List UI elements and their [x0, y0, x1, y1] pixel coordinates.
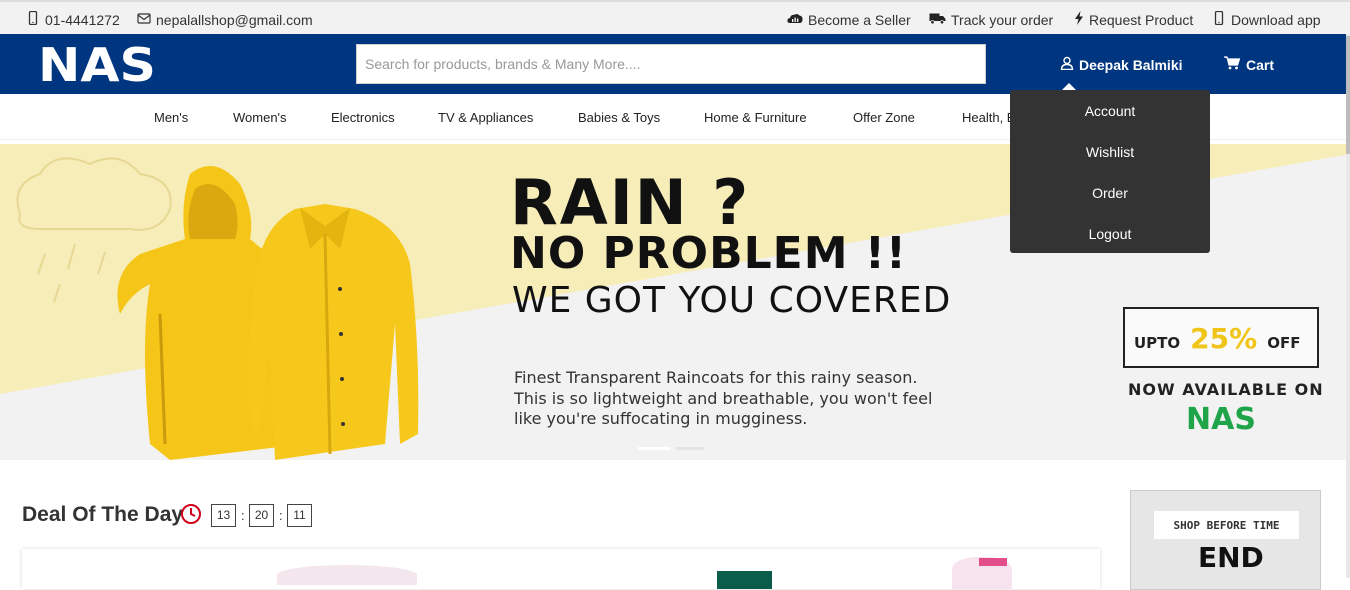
main-header: NAS Deepak Balmiki Cart [0, 34, 1350, 94]
nas-logo[interactable]: NAS [38, 38, 158, 92]
banner-description-3: like you're suffocating in mugginess. [514, 409, 808, 428]
timer-hours: 13 [211, 504, 236, 527]
nav-tv-appliances[interactable]: TV & Appliances [438, 110, 533, 125]
phone-contact: 01-4441272 [26, 10, 120, 28]
offer-percentage: 25% [1190, 322, 1258, 355]
cloud-chart-icon [787, 11, 803, 28]
become-seller-link[interactable]: Become a Seller [787, 11, 911, 28]
shopping-cart-icon [1224, 56, 1241, 73]
banner-brand-logo: NAS [1186, 402, 1256, 437]
menu-item-account[interactable]: Account [1010, 103, 1210, 119]
product-tag [979, 558, 1007, 566]
shop-before-time-ad[interactable]: SHOP BEFORE TIME END [1130, 490, 1321, 590]
nav-offer-zone[interactable]: Offer Zone [853, 110, 915, 125]
banner-description-1: Finest Transparent Raincoats for this ra… [514, 368, 918, 387]
timer-separator: : [279, 508, 283, 523]
email-address: nepalallshop@gmail.com [156, 11, 313, 28]
banner-headline-covered: WE GOT YOU COVERED [512, 280, 952, 321]
cart-label: Cart [1246, 56, 1275, 73]
banner-headline-no-problem: NO PROBLEM !! [510, 228, 907, 279]
request-product-link[interactable]: Request Product [1074, 11, 1193, 28]
scrollbar-thumb[interactable] [1346, 36, 1350, 154]
nav-health[interactable]: Health, B [962, 110, 1015, 125]
search-input[interactable] [356, 44, 986, 84]
timer-seconds: 11 [287, 504, 312, 527]
email-contact: nepalallshop@gmail.com [137, 11, 313, 28]
timer-minutes: 20 [249, 504, 274, 527]
top-bar: 01-4441272 nepalallshop@gmail.com Become… [0, 0, 1350, 34]
product-thumbnail[interactable] [717, 571, 772, 589]
mobile-phone-icon [1212, 10, 1226, 28]
carousel-dot-active [638, 447, 670, 450]
download-app-link[interactable]: Download app [1212, 10, 1321, 28]
lightning-bolt-icon [1074, 11, 1084, 28]
offer-badge: UPTO 25% OFF [1134, 322, 1300, 355]
phone-number: 01-4441272 [45, 11, 120, 28]
now-available-text: NOW AVAILABLE ON [1128, 380, 1324, 399]
nav-electronics[interactable]: Electronics [331, 110, 395, 125]
download-app-label: Download app [1231, 11, 1321, 28]
become-seller-label: Become a Seller [808, 11, 911, 28]
banner-description-2: This is so lightweight and breathable, y… [514, 389, 933, 408]
cart-button[interactable]: Cart [1224, 56, 1274, 73]
offer-off: OFF [1267, 334, 1301, 352]
ad-tagline-text: SHOP BEFORE TIME [1173, 518, 1280, 532]
track-order-link[interactable]: Track your order [929, 11, 1053, 28]
ad-end-text: END [1198, 541, 1264, 574]
mobile-phone-icon [26, 10, 40, 28]
timer-separator: : [241, 508, 245, 523]
product-thumbnail[interactable] [277, 565, 417, 585]
delivery-truck-icon [929, 11, 946, 28]
menu-item-logout[interactable]: Logout [1010, 226, 1210, 242]
nav-mens[interactable]: Men's [154, 110, 188, 125]
menu-item-order[interactable]: Order [1010, 185, 1210, 201]
envelope-icon [137, 11, 151, 28]
offer-upto: UPTO [1134, 334, 1181, 352]
user-icon [1060, 56, 1074, 73]
clock-icon [180, 503, 202, 525]
account-dropdown-menu: Account Wishlist Order Logout [1010, 83, 1210, 253]
nav-home-furniture[interactable]: Home & Furniture [704, 110, 807, 125]
track-order-label: Track your order [951, 11, 1054, 28]
menu-item-wishlist[interactable]: Wishlist [1010, 144, 1210, 160]
nav-womens[interactable]: Women's [233, 110, 287, 125]
deal-of-the-day-title: Deal Of The Day [22, 503, 184, 526]
request-product-label: Request Product [1089, 11, 1194, 28]
carousel-dot [676, 447, 704, 450]
user-account-button[interactable]: Deepak Balmiki [1060, 56, 1183, 73]
logo-text: NAS [38, 44, 156, 84]
nav-babies-toys[interactable]: Babies & Toys [578, 110, 660, 125]
user-name: Deepak Balmiki [1079, 56, 1183, 73]
deal-products-card [22, 549, 1100, 589]
ad-tagline: SHOP BEFORE TIME [1154, 511, 1299, 539]
